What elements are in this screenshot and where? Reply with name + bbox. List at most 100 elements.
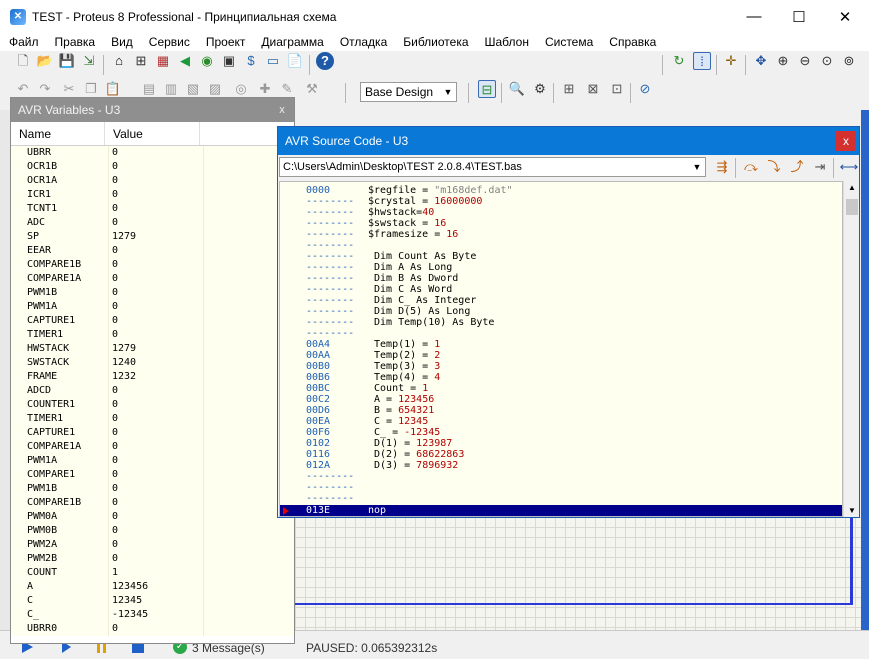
variable-row[interactable]: TIMER1 0 xyxy=(11,412,294,426)
menu-item[interactable]: Диаграмма xyxy=(252,35,330,49)
variable-row[interactable]: CAPTURE1 0 xyxy=(11,426,294,440)
variable-row[interactable]: CAPTURE1 0 xyxy=(11,314,294,328)
zoom-out-icon[interactable]: ⊖ xyxy=(796,52,814,70)
zoom-all-icon[interactable]: ⊙ xyxy=(818,52,836,70)
variable-row[interactable]: A 123456 xyxy=(11,580,294,594)
gerber-icon[interactable]: ▣ xyxy=(220,52,238,70)
close-icon[interactable]: x xyxy=(274,102,290,118)
code-line[interactable]: 00C2 A = 123456 xyxy=(280,394,842,405)
zoom-in-icon[interactable]: ⊕ xyxy=(774,52,792,70)
menu-item[interactable]: Справка xyxy=(600,35,663,49)
search-icon[interactable]: 🔍 xyxy=(508,80,526,98)
code-line[interactable]: -------- Dim C_ As Integer xyxy=(280,295,842,306)
scroll-down-icon[interactable]: ▼ xyxy=(848,506,856,515)
menu-item[interactable]: Шаблон xyxy=(476,35,536,49)
code-line[interactable]: -------- Dim A As Long xyxy=(280,262,842,273)
variables-window-title[interactable]: AVR Variables - U3 x xyxy=(11,98,294,122)
variable-row[interactable]: C_ -12345 xyxy=(11,608,294,622)
step-over-icon[interactable]: ⤼ xyxy=(741,157,761,177)
code-line[interactable]: -------- xyxy=(280,471,842,482)
code-line[interactable]: -------- xyxy=(280,482,842,493)
code-line[interactable]: 00EA C = 12345 xyxy=(280,416,842,427)
import-icon[interactable]: ⇲ xyxy=(80,52,98,70)
code-line[interactable]: -------- Dim Temp(10) As Byte xyxy=(280,317,842,328)
remove-sheet-icon[interactable]: ⊠ xyxy=(584,80,602,98)
column-header-value[interactable]: Value xyxy=(105,122,200,145)
code-line[interactable]: 00A4 Temp(1) = 1 xyxy=(280,339,842,350)
code-line[interactable]: 00B0 Temp(3) = 3 xyxy=(280,361,842,372)
design-explorer-icon[interactable]: ▭ xyxy=(264,52,282,70)
save-icon[interactable]: 💾 xyxy=(58,52,76,70)
refresh-icon[interactable]: ↻ xyxy=(670,52,688,70)
variable-row[interactable]: UBRR0 0 xyxy=(11,622,294,636)
variable-row[interactable]: ICR1 0 xyxy=(11,188,294,202)
source-window-title[interactable]: AVR Source Code - U3 x xyxy=(278,127,859,155)
open-folder-icon[interactable]: 📂 xyxy=(36,52,54,70)
variable-row[interactable]: COMPARE1B 0 xyxy=(11,258,294,272)
code-line[interactable]: -------- xyxy=(280,328,842,339)
zoom-area-icon[interactable]: ⊚ xyxy=(840,52,858,70)
schematic-canvas[interactable] xyxy=(295,517,869,630)
bom-icon[interactable]: $ xyxy=(242,52,260,70)
block-delete-icon[interactable]: ▨ xyxy=(206,80,224,98)
close-button[interactable]: ✕ xyxy=(822,0,868,33)
package-tool-icon[interactable]: ✎ xyxy=(278,80,296,98)
source-code-view[interactable]: 0000 $regfile = "m168def.dat" -------- $cry… xyxy=(279,181,843,517)
pcb-icon[interactable]: ▦ xyxy=(154,52,172,70)
redo-icon[interactable]: ↷ xyxy=(36,80,54,98)
pick-device-icon[interactable]: ◎ xyxy=(232,80,250,98)
origin-icon[interactable]: ✛ xyxy=(722,52,740,70)
code-line[interactable]: -------- $crystal = 16000000 xyxy=(280,196,842,207)
new-file-icon[interactable]: 🗋 xyxy=(14,52,32,70)
variable-row[interactable]: PWM1B 0 xyxy=(11,286,294,300)
variable-row[interactable]: SWSTACK 1240 xyxy=(11,356,294,370)
wire-autorouter-icon[interactable]: ⊟ xyxy=(478,80,496,98)
code-line[interactable]: -------- $swstack = 16 xyxy=(280,218,842,229)
code-line[interactable]: 00AA Temp(2) = 2 xyxy=(280,350,842,361)
variable-row[interactable]: COMPARE1 0 xyxy=(11,468,294,482)
variable-row[interactable]: HWSTACK 1279 xyxy=(11,342,294,356)
variable-row[interactable]: PWM2A 0 xyxy=(11,538,294,552)
code-line[interactable]: 012A D(3) = 7896932 xyxy=(280,460,842,471)
menu-item[interactable]: Библиотека xyxy=(394,35,475,49)
code-line[interactable]: -------- Dim Count As Byte xyxy=(280,251,842,262)
variable-row[interactable]: PWM0A 0 xyxy=(11,510,294,524)
goto-sheet-icon[interactable]: ⊡ xyxy=(608,80,626,98)
menu-item[interactable]: Проект xyxy=(197,35,253,49)
variable-row[interactable]: OCR1B 0 xyxy=(11,160,294,174)
netlist-icon[interactable]: ⊘ xyxy=(636,80,654,98)
source-file-select[interactable]: C:\Users\Admin\Desktop\TEST 2.0.8.4\TEST… xyxy=(279,157,706,177)
variable-row[interactable]: COMPARE1A 0 xyxy=(11,440,294,454)
code-line[interactable]: -------- $framesize = 16 xyxy=(280,229,842,240)
property-assign-icon[interactable]: ⚙ xyxy=(531,80,549,98)
home-icon[interactable]: ⌂ xyxy=(110,52,128,70)
variable-row[interactable]: FRAME 1232 xyxy=(11,370,294,384)
scroll-up-icon[interactable]: ▲ xyxy=(848,183,856,192)
variable-row[interactable]: COMPARE1A 0 xyxy=(11,272,294,286)
minimize-button[interactable]: — xyxy=(731,0,777,33)
make-device-icon[interactable]: ✚ xyxy=(256,80,274,98)
variable-row[interactable]: ADCD 0 xyxy=(11,384,294,398)
variable-row[interactable]: TIMER1 0 xyxy=(11,328,294,342)
block-rotate-icon[interactable]: ▧ xyxy=(184,80,202,98)
design-variant-select[interactable]: Base Design ▼ xyxy=(360,82,457,102)
menu-item[interactable]: Правка xyxy=(46,35,103,49)
step-out-icon[interactable]: ⤴ xyxy=(787,157,807,177)
close-icon[interactable]: x xyxy=(836,131,856,151)
code-line[interactable]: 00D6 B = 654321 xyxy=(280,405,842,416)
undo-icon[interactable]: ↶ xyxy=(14,80,32,98)
paste-icon[interactable]: 📋 xyxy=(104,80,122,98)
variable-row[interactable]: PWM2B 0 xyxy=(11,552,294,566)
maximize-button[interactable]: ☐ xyxy=(776,0,822,33)
new-sheet-icon[interactable]: ⊞ xyxy=(560,80,578,98)
menu-item[interactable]: Сервис xyxy=(140,35,197,49)
variable-row[interactable]: COUNT 1 xyxy=(11,566,294,580)
block-copy-icon[interactable]: ▤ xyxy=(140,80,158,98)
menu-item[interactable]: Система xyxy=(536,35,600,49)
help-icon[interactable]: ? xyxy=(316,52,334,70)
code-line[interactable]: -------- Dim B As Dword xyxy=(280,273,842,284)
block-move-icon[interactable]: ▥ xyxy=(162,80,180,98)
step-into-icon[interactable]: ⤵ xyxy=(764,157,784,177)
variable-row[interactable]: SP 1279 xyxy=(11,230,294,244)
code-scrollbar[interactable]: ▲ ▼ xyxy=(843,181,859,517)
